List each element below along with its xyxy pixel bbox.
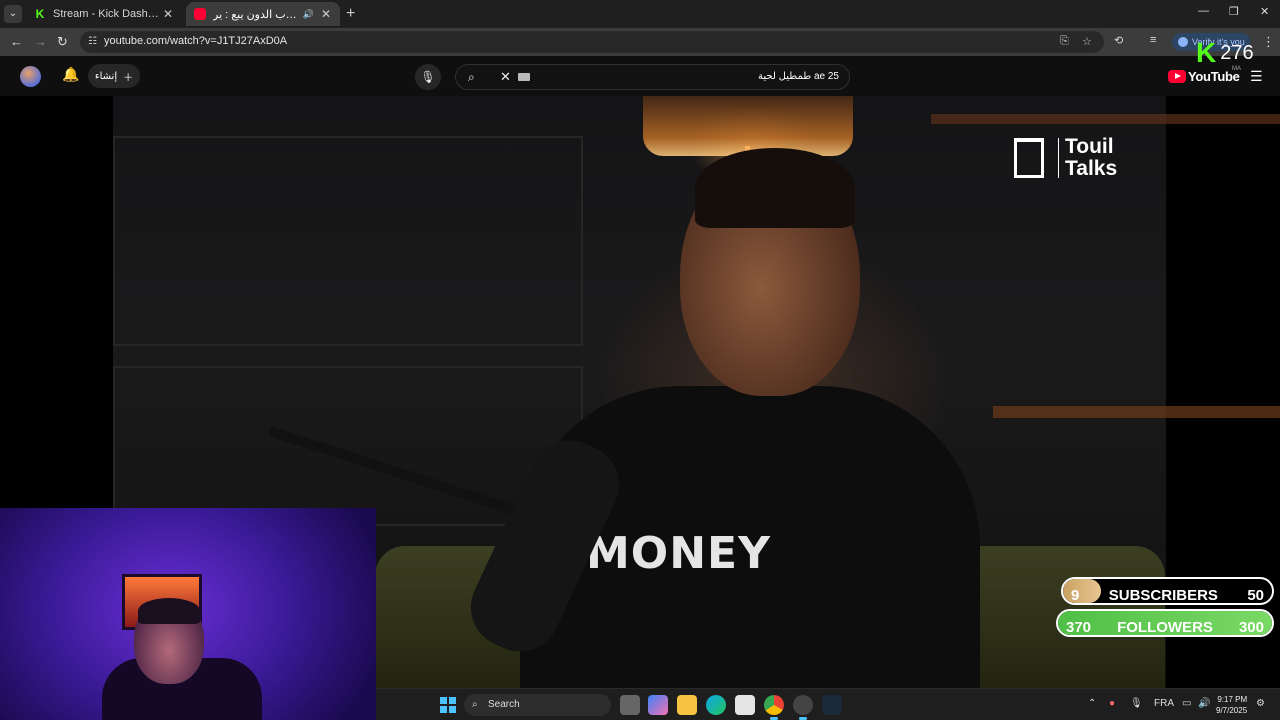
subscribers-goal-bar: 9 SUBSCRIBERS 50 [1061,577,1274,605]
youtube-icon [194,8,206,20]
obs-icon[interactable] [793,695,813,720]
reload-icon[interactable]: ↻ [57,34,68,50]
close-icon[interactable]: ✕ [162,7,174,21]
kick-icon: K [35,7,45,21]
tab-kick-dashboard[interactable]: K Stream - Kick Dashboard ✕ [26,2,182,26]
wall-panel [113,136,583,346]
followers-target: 300 [1238,618,1264,636]
bookmark-star-icon[interactable]: ☆ [1082,35,1092,48]
edge-icon[interactable] [706,695,726,715]
browser-toolbar: ← → ↻ ☷ youtube.com/watch?v=J1TJ27AxD0A … [0,28,1280,56]
guest-hair [695,148,855,228]
tab-title: مع توفيق حازب الدون يبع : ير [213,8,297,21]
subscribers-label: SUBSCRIBERS [1108,586,1218,604]
media-controls-icon[interactable]: ≡ [1150,34,1156,46]
chrome-icon[interactable] [764,695,784,720]
youtube-logo[interactable]: YouTube [1168,69,1240,84]
address-bar[interactable]: ☷ youtube.com/watch?v=J1TJ27AxD0A ⎘ ☆ [80,31,1104,53]
tray-app-icon[interactable]: ● [1109,698,1115,709]
store-icon[interactable] [735,695,755,715]
plus-icon: ＋ [123,72,134,84]
subscribers-target: 50 [1247,586,1264,604]
shirt-print: MONEY [586,528,771,579]
followers-goal-bar: 370 FOLLOWERS 300 [1056,609,1274,637]
new-tab-button[interactable]: + [346,5,355,23]
language-indicator[interactable]: FRA [1154,698,1174,709]
search-icon[interactable]: ⌕ [468,70,475,85]
history-icon[interactable]: ⟲ [1114,34,1123,47]
taskbar-search[interactable]: ⌕ Search [464,694,611,716]
streamer-webcam [0,508,376,720]
browser-menu-icon[interactable]: ⋮ [1262,34,1275,50]
screen: ⌄ K Stream - Kick Dashboard ✕ مع توفيق ح… [0,0,1280,720]
forward-icon[interactable]: → [34,34,47,49]
file-explorer-icon[interactable] [677,695,697,715]
create-button[interactable]: إنشاء ＋ [88,64,140,88]
network-icon[interactable]: ▭ [1182,698,1191,709]
youtube-play-icon [1168,70,1186,83]
task-view-icon[interactable] [620,695,640,715]
microphone-icon[interactable]: 🎙 [1130,698,1143,709]
search-icon: ⌕ [472,699,478,710]
touil-talks-logo-icon [1014,138,1044,178]
minimize-icon[interactable]: — [1198,5,1209,17]
volume-icon[interactable]: 🔊 [1198,698,1210,709]
close-window-icon[interactable]: ✕ [1260,5,1269,18]
back-icon[interactable]: ← [10,34,23,49]
restore-icon[interactable]: ❐ [1229,5,1239,18]
streamer-hair [138,598,200,624]
copilot-icon[interactable] [648,695,668,715]
windows-taskbar: ⌕ Search ⌃ ● 🎙 FRA ▭ 🔊 9:17 PM 9/7/2025 … [376,688,1280,720]
voice-search-mic-icon[interactable]: 🎙 [415,64,441,90]
site-info-icon[interactable]: ☷ [88,36,97,47]
channel-watermark: Touil Talks [1014,136,1117,180]
notifications-bell-icon[interactable]: 🔔 [62,66,79,83]
steam-icon[interactable] [822,695,842,715]
tab-title: Stream - Kick Dashboard [53,8,162,20]
system-clock[interactable]: 9:17 PM 9/7/2025 [1216,694,1247,716]
youtube-header: 🔔 إنشاء ＋ 🎙 ⌕ ✕ ae 25 طمطيل لحية YouTube… [0,56,1280,96]
kick-viewer-counter: K 276 [1196,38,1254,68]
viewer-count: 276 [1220,41,1254,64]
kick-icon: K [1196,37,1217,68]
speaker-icon[interactable]: 🔊 [303,9,314,20]
windows-start-icon[interactable] [440,697,456,713]
search-input[interactable]: ae 25 طمطيل لحية [758,71,839,82]
youtube-search-box[interactable]: ⌕ ✕ ae 25 طمطيل لحية [455,64,850,90]
profile-avatar-icon [1178,37,1188,47]
guide-menu-icon[interactable]: ☰ [1250,68,1263,85]
tray-overflow-icon[interactable]: ⌃ [1088,698,1096,709]
install-icon[interactable]: ⎘ [1060,35,1069,48]
tab-search-button[interactable]: ⌄ [4,5,22,23]
close-icon[interactable]: ✕ [320,7,332,21]
account-avatar[interactable] [20,66,41,87]
keyboard-icon[interactable] [518,73,530,81]
notifications-icon[interactable]: ⚙ [1256,698,1265,709]
clear-search-icon[interactable]: ✕ [500,69,511,85]
wall-shelf [993,406,1280,418]
tab-youtube-video[interactable]: مع توفيق حازب الدون يبع : ير 🔊 ✕ [186,2,340,26]
url-text[interactable]: youtube.com/watch?v=J1TJ27AxD0A [104,35,287,47]
browser-tab-strip: ⌄ K Stream - Kick Dashboard ✕ مع توفيق ح… [0,0,1280,28]
wall-shelf [931,114,1280,124]
followers-label: FOLLOWERS [1117,618,1213,636]
wall-panel [113,366,583,526]
